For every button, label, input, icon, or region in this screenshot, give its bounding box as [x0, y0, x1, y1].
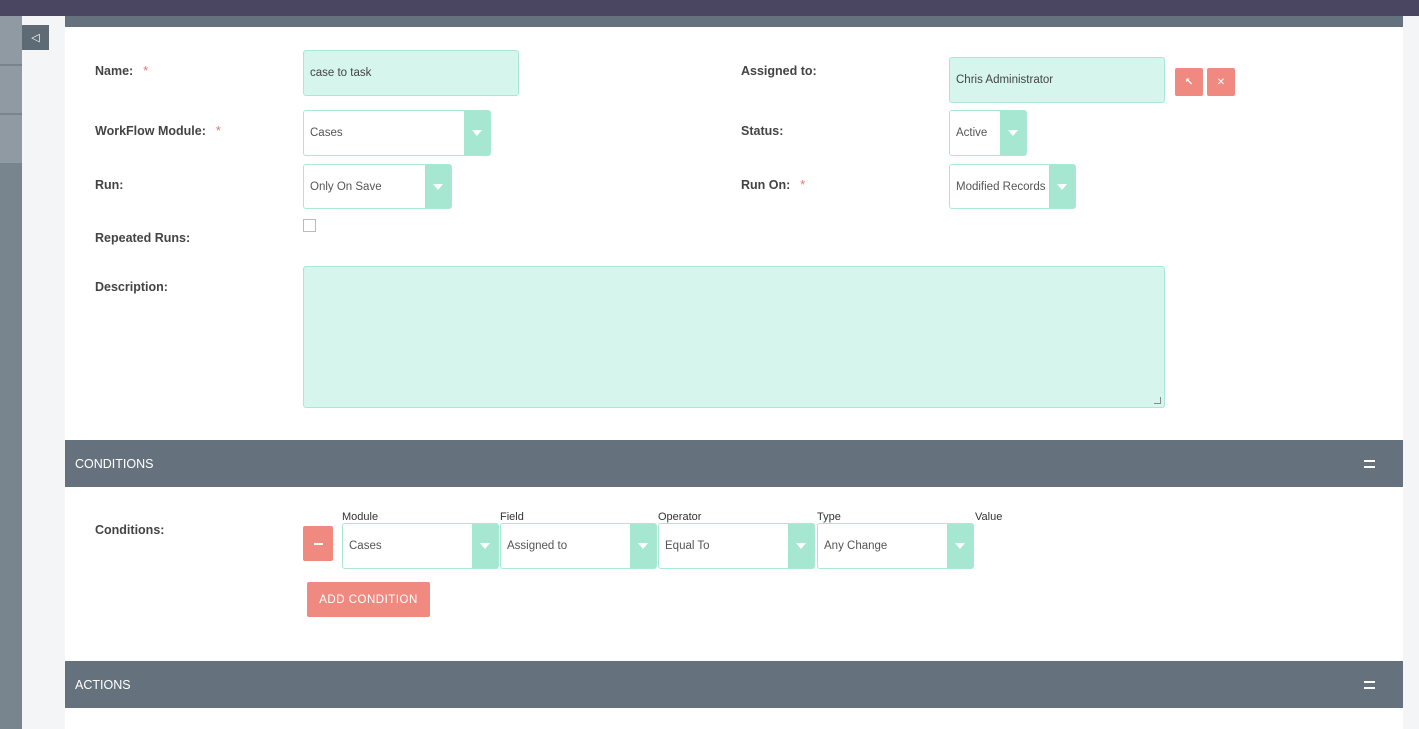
- workflow-module-value: Cases: [310, 127, 343, 139]
- run-on-label: Run On: *: [741, 178, 806, 192]
- condition-module-value: Cases: [349, 540, 382, 552]
- description-label: Description:: [95, 280, 168, 294]
- column-header-value: Value: [975, 511, 1003, 523]
- column-header-module: Module: [342, 511, 379, 523]
- top-bar: [0, 0, 1419, 16]
- resize-grip-icon[interactable]: [1154, 397, 1161, 404]
- chevron-down-icon[interactable]: [788, 524, 814, 568]
- required-marker: *: [143, 64, 149, 78]
- sidebar-segment: [0, 16, 22, 64]
- condition-operator-select[interactable]: Equal To: [658, 523, 815, 569]
- chevron-down-icon[interactable]: [630, 524, 656, 568]
- workflow-form-panel: Name: * case to task Assigned to: Chris A…: [65, 16, 1403, 729]
- clear-user-icon[interactable]: ✕: [1207, 68, 1235, 96]
- conditions-section-header[interactable]: CONDITIONS: [65, 440, 1403, 487]
- required-marker: *: [800, 178, 806, 192]
- chevron-down-icon[interactable]: [1049, 165, 1075, 208]
- column-header-operator: Operator: [658, 511, 702, 523]
- status-select[interactable]: Active: [949, 110, 1027, 156]
- condition-field-value: Assigned to: [507, 540, 568, 552]
- condition-field-select[interactable]: Assigned to: [500, 523, 657, 569]
- run-label: Run:: [95, 178, 124, 192]
- status-label: Status:: [741, 124, 784, 138]
- run-select[interactable]: Only On Save: [303, 164, 452, 209]
- actions-section-header[interactable]: ACTIONS: [65, 661, 1403, 708]
- assigned-to-input[interactable]: Chris Administrator: [949, 57, 1165, 103]
- column-header-field: Field: [500, 511, 524, 523]
- run-value: Only On Save: [310, 180, 382, 193]
- sidebar-collapse-icon[interactable]: ◁: [22, 25, 49, 50]
- chevron-down-icon[interactable]: [425, 165, 451, 208]
- remove-condition-icon[interactable]: [303, 526, 333, 561]
- chevron-down-icon[interactable]: [1000, 111, 1026, 155]
- left-sidebar: [0, 16, 22, 729]
- chevron-down-icon[interactable]: [472, 524, 498, 568]
- repeated-runs-label: Repeated Runs:: [95, 231, 191, 245]
- workflow-module-select[interactable]: Cases: [303, 110, 491, 156]
- repeated-runs-checkbox[interactable]: [303, 219, 316, 232]
- condition-module-select[interactable]: Cases: [342, 523, 499, 569]
- chevron-down-icon[interactable]: [947, 524, 973, 568]
- status-value: Active: [956, 127, 988, 139]
- conditions-title: CONDITIONS: [75, 456, 154, 471]
- select-user-icon[interactable]: ↖: [1175, 68, 1203, 96]
- chevron-down-icon[interactable]: [464, 111, 490, 155]
- description-textarea[interactable]: [303, 266, 1165, 408]
- condition-type-select[interactable]: Any Change: [817, 523, 974, 569]
- name-label: Name: *: [95, 64, 149, 78]
- assigned-to-label: Assigned to:: [741, 64, 817, 78]
- condition-type-value: Any Change: [824, 540, 888, 552]
- collapse-section-icon[interactable]: [1364, 460, 1375, 468]
- actions-title: ACTIONS: [75, 677, 131, 692]
- required-marker: *: [215, 124, 221, 138]
- run-on-select[interactable]: Modified Records: [949, 164, 1076, 209]
- workflow-module-label: WorkFlow Module: *: [95, 124, 221, 138]
- right-page-margin: [1403, 16, 1419, 729]
- panel-header-strip: [65, 16, 1403, 27]
- sidebar-segment: [0, 66, 22, 113]
- run-on-value: Modified Records: [956, 180, 1046, 193]
- collapse-section-icon[interactable]: [1364, 681, 1375, 689]
- column-header-type: Type: [817, 511, 841, 523]
- name-input[interactable]: case to task: [303, 50, 519, 96]
- add-condition-button[interactable]: ADD CONDITION: [307, 582, 430, 617]
- conditions-label: Conditions:: [95, 523, 165, 537]
- condition-operator-value: Equal To: [665, 540, 710, 552]
- sidebar-segment: [0, 115, 22, 163]
